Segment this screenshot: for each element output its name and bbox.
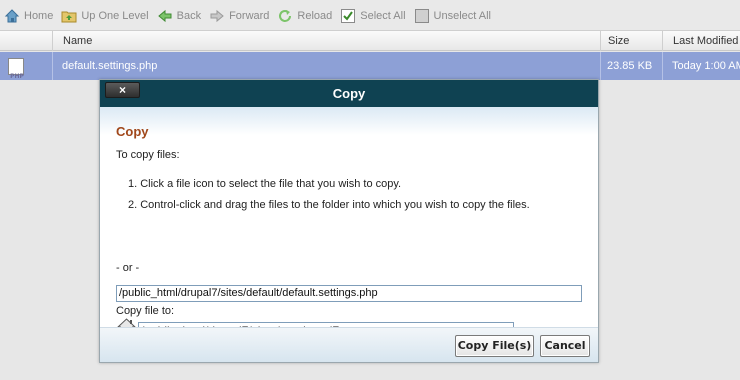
last-modified-column-header[interactable]: Last Modified bbox=[662, 31, 740, 51]
name-column-header[interactable]: Name bbox=[52, 31, 600, 51]
file-list-header: Name Size Last Modified bbox=[0, 30, 740, 51]
php-file-icon: PHP bbox=[8, 58, 24, 80]
reload-icon bbox=[277, 8, 293, 24]
close-button[interactable]: × bbox=[105, 82, 140, 98]
checkbox-empty-icon bbox=[414, 8, 430, 24]
reload-button[interactable]: Reload bbox=[277, 8, 332, 24]
home-button[interactable]: Home bbox=[4, 8, 53, 24]
dialog-intro-text: To copy files: bbox=[116, 149, 180, 161]
instruction-step-1: 1. Click a file icon to select the file … bbox=[128, 178, 402, 190]
file-icon-cell[interactable]: PHP bbox=[0, 52, 52, 80]
select-all-label: Select All bbox=[360, 9, 406, 22]
size-column-header[interactable]: Size bbox=[600, 31, 662, 51]
table-row[interactable]: PHP default.settings.php 23.85 KB Today … bbox=[0, 52, 740, 80]
checkbox-checked-icon bbox=[340, 8, 356, 24]
copy-files-button[interactable]: Copy File(s) bbox=[455, 335, 534, 357]
source-path-field: /public_html/drupal7/sites/default/defau… bbox=[116, 285, 582, 302]
home-label: Home bbox=[24, 9, 54, 22]
forward-button[interactable]: Forward bbox=[209, 8, 269, 24]
unselect-all-button[interactable]: Unselect All bbox=[414, 8, 491, 24]
file-modified-cell: Today 1:00 AM bbox=[662, 52, 740, 80]
dialog-body: Copy To copy files: 1. Click a file icon… bbox=[100, 107, 598, 339]
file-name-cell[interactable]: default.settings.php bbox=[52, 52, 600, 80]
copy-to-label: Copy file to: bbox=[116, 305, 175, 317]
dialog-title: Copy bbox=[100, 80, 598, 107]
forward-label: Forward bbox=[229, 9, 270, 22]
up-one-level-label: Up One Level bbox=[81, 9, 149, 22]
file-size-cell: 23.85 KB bbox=[600, 52, 662, 80]
unselect-all-label: Unselect All bbox=[433, 9, 492, 22]
back-label: Back bbox=[176, 9, 202, 22]
or-separator: - or - bbox=[116, 262, 140, 274]
reload-label: Reload bbox=[297, 9, 333, 22]
toolbar: Home Up One Level Back Forward Reload Se… bbox=[0, 0, 740, 32]
icon-column-header[interactable] bbox=[0, 31, 52, 51]
back-button[interactable]: Back bbox=[157, 8, 201, 24]
cancel-button[interactable]: Cancel bbox=[540, 335, 590, 357]
dialog-heading: Copy bbox=[116, 124, 149, 139]
instruction-step-2: 2. Control-click and drag the files to t… bbox=[128, 199, 530, 211]
up-one-level-button[interactable]: Up One Level bbox=[61, 8, 149, 24]
copy-dialog: Copy × Copy To copy files: 1. Click a fi… bbox=[99, 79, 599, 363]
folder-up-icon bbox=[61, 8, 77, 24]
home-icon bbox=[4, 8, 20, 24]
forward-arrow-icon bbox=[209, 8, 225, 24]
dialog-footer: Copy File(s) Cancel bbox=[100, 327, 598, 362]
back-arrow-icon bbox=[157, 8, 173, 24]
select-all-button[interactable]: Select All bbox=[340, 8, 406, 24]
